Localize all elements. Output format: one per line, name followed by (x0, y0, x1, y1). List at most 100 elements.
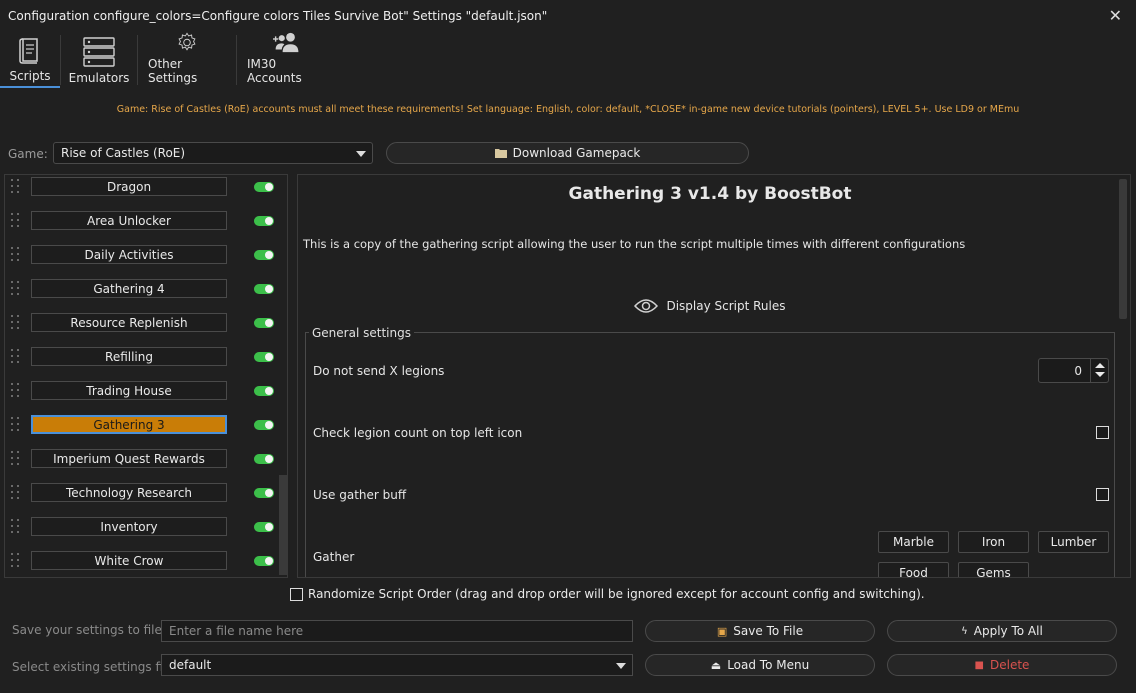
gather-iron-button[interactable]: Iron (958, 531, 1029, 553)
script-enabled-toggle[interactable] (254, 386, 274, 396)
drag-handle-icon[interactable] (11, 519, 21, 537)
script-button[interactable]: Inventory (31, 517, 227, 536)
script-enabled-toggle[interactable] (254, 454, 274, 464)
apply-to-all-button[interactable]: ϟ Apply To All (887, 620, 1117, 642)
script-button[interactable]: Refilling (31, 347, 227, 366)
drag-handle-icon[interactable] (11, 315, 21, 333)
randomize-label: Randomize Script Order (drag and drop or… (308, 587, 925, 601)
stepper-arrows[interactable] (1090, 359, 1108, 382)
chevron-down-icon[interactable] (1095, 372, 1105, 377)
select-settings-label: Select existing settings file (12, 660, 174, 674)
download-gamepack-label: Download Gamepack (512, 146, 641, 160)
script-enabled-toggle[interactable] (254, 284, 274, 294)
list-item: Dragon (5, 175, 287, 209)
script-enabled-toggle[interactable] (254, 250, 274, 260)
script-description: This is a copy of the gathering script a… (303, 237, 966, 251)
script-button[interactable]: Trading House (31, 381, 227, 400)
drag-handle-icon[interactable] (11, 281, 21, 299)
game-select[interactable]: Rise of Castles (RoE) (53, 142, 373, 164)
game-label: Game: (8, 147, 48, 161)
drag-handle-icon[interactable] (11, 417, 21, 435)
check-legion-option-label: Check legion count on top left icon (313, 426, 523, 440)
tab-label: Scripts (9, 69, 51, 83)
folder-icon (494, 149, 507, 158)
script-enabled-toggle[interactable] (254, 488, 274, 498)
title-bar: Configuration configure_colors=Configure… (0, 0, 1136, 32)
delete-label: Delete (990, 658, 1030, 672)
script-enabled-toggle[interactable] (254, 420, 274, 430)
check-legion-checkbox[interactable] (1096, 426, 1109, 439)
load-icon: ⏏ (710, 658, 722, 672)
drag-handle-icon[interactable] (11, 213, 21, 231)
display-script-rules-button[interactable]: Display Script Rules (298, 298, 1122, 314)
script-enabled-toggle[interactable] (254, 522, 274, 532)
apply-to-all-label: Apply To All (973, 624, 1043, 638)
tab-scripts[interactable]: Scripts (0, 32, 60, 88)
randomize-checkbox[interactable] (290, 587, 303, 601)
load-to-menu-button[interactable]: ⏏ Load To Menu (645, 654, 875, 676)
script-enabled-toggle[interactable] (254, 556, 274, 566)
general-settings-label: General settings (309, 326, 414, 340)
lightning-icon: ϟ (961, 625, 968, 637)
save-to-file-button[interactable]: ▣ Save To File (645, 620, 875, 642)
delete-button[interactable]: ■ Delete (887, 654, 1117, 676)
legions-stepper[interactable]: 0 (1038, 358, 1109, 383)
main-toolbar: Scripts Emulators Other Settings IM30 Ac… (0, 32, 1136, 88)
tab-other-settings[interactable]: Other Settings (138, 32, 236, 88)
tab-emulators[interactable]: Emulators (61, 32, 137, 88)
script-button[interactable]: Gathering 4 (31, 279, 227, 298)
script-button[interactable]: Resource Replenish (31, 313, 227, 332)
list-item: Imperium Quest Rewards (5, 447, 287, 481)
script-enabled-toggle[interactable] (254, 318, 274, 328)
gather-food-button[interactable]: Food (878, 562, 949, 578)
drag-handle-icon[interactable] (11, 383, 21, 401)
file-name-input[interactable]: Enter a file name here (161, 620, 633, 642)
script-button[interactable]: Area Unlocker (31, 211, 227, 230)
drag-handle-icon[interactable] (11, 247, 21, 265)
script-enabled-toggle[interactable] (254, 182, 274, 192)
list-item: Refilling (5, 345, 287, 379)
legions-option-label: Do not send X legions (313, 364, 445, 378)
drag-handle-icon[interactable] (11, 349, 21, 367)
window-title: Configuration configure_colors=Configure… (8, 9, 548, 23)
drag-handle-icon[interactable] (11, 179, 21, 197)
gather-marble-button[interactable]: Marble (878, 531, 949, 553)
gather-option-label: Gather (313, 550, 355, 564)
gather-lumber-button[interactable]: Lumber (1038, 531, 1109, 553)
chevron-down-icon (356, 151, 366, 157)
script-button[interactable]: Technology Research (31, 483, 227, 502)
gather-buff-checkbox[interactable] (1096, 488, 1109, 501)
script-button[interactable]: White Crow (31, 551, 227, 570)
drag-handle-icon[interactable] (11, 553, 21, 571)
script-button[interactable]: Dragon (31, 177, 227, 196)
display-script-rules-label: Display Script Rules (666, 299, 786, 313)
list-item: Technology Research (5, 481, 287, 515)
drag-handle-icon[interactable] (11, 485, 21, 503)
chevron-down-icon (616, 663, 626, 669)
gear-icon (178, 32, 196, 51)
chevron-up-icon[interactable] (1095, 363, 1105, 368)
script-enabled-toggle[interactable] (254, 352, 274, 362)
tab-im30-accounts[interactable]: IM30 Accounts (237, 32, 337, 88)
script-button[interactable]: Daily Activities (31, 245, 227, 264)
list-item: Inventory (5, 515, 287, 549)
gather-gems-button[interactable]: Gems (958, 562, 1029, 577)
script-button[interactable]: Gathering 3 (31, 415, 227, 434)
gather-button-label: Food (899, 566, 928, 578)
list-item: Daily Activities (5, 243, 287, 277)
gather-button-label: Iron (981, 535, 1006, 549)
script-button[interactable]: Imperium Quest Rewards (31, 449, 227, 468)
randomize-option[interactable]: Randomize Script Order (drag and drop or… (290, 587, 925, 601)
list-item: Resource Replenish (5, 311, 287, 345)
settings-file-value: default (169, 658, 212, 672)
settings-file-select[interactable]: default (161, 654, 633, 676)
trash-icon: ■ (974, 659, 984, 671)
download-gamepack-button[interactable]: Download Gamepack (386, 142, 749, 164)
gather-button-label: Lumber (1050, 535, 1097, 549)
tab-label: Other Settings (148, 57, 198, 85)
script-enabled-toggle[interactable] (254, 216, 274, 226)
save-settings-label: Save your settings to file (12, 623, 162, 637)
close-icon[interactable]: ✕ (1109, 6, 1122, 25)
save-to-file-label: Save To File (733, 624, 804, 638)
drag-handle-icon[interactable] (11, 451, 21, 469)
